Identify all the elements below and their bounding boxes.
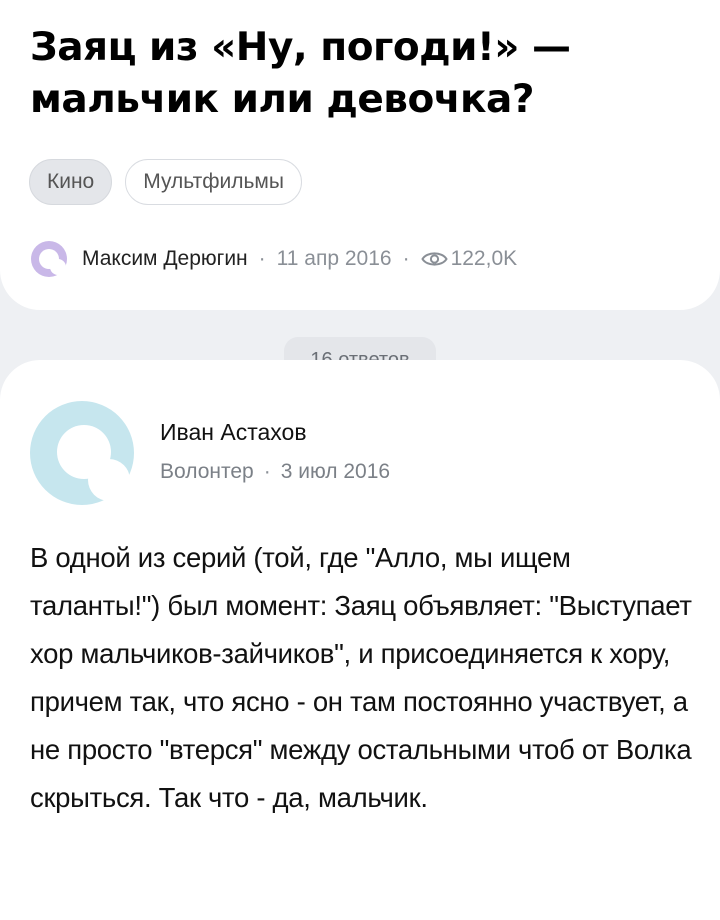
question-title: Заяц из «Ну, погоди!» — мальчик или дево…: [30, 25, 571, 122]
answer-text: В одной из серий (той, где "Алло, мы ище…: [30, 542, 692, 813]
tag-list: Кино Мультфильмы: [29, 159, 302, 205]
author-avatar[interactable]: [29, 239, 69, 279]
tag-multfilmy[interactable]: Мультфильмы: [125, 159, 302, 205]
question-date: 11 апр 2016: [276, 247, 392, 270]
question-meta: Максим Дерюгин · 11 апр 2016 · 122,0K: [29, 239, 517, 279]
answer-author-avatar[interactable]: [29, 400, 135, 506]
answer-author-meta: Волонтер · 3 июл 2016: [160, 460, 390, 484]
meta-separator: ·: [263, 460, 271, 483]
question-card: Заяц из «Ну, погоди!» — мальчик или дево…: [0, 0, 720, 310]
tag-kino[interactable]: Кино: [29, 159, 113, 205]
answer-author-role: Волонтер: [160, 460, 254, 483]
meta-separator: ·: [402, 247, 410, 270]
answer-author-name[interactable]: Иван Астахов: [160, 419, 307, 446]
view-count: 122,0K: [450, 247, 518, 270]
answer-card: Иван Астахов Волонтер · 3 июл 2016 В одн…: [0, 360, 720, 920]
author-name[interactable]: Максим Дерюгин: [82, 247, 248, 271]
answer-date: 3 июл 2016: [280, 460, 391, 483]
eye-icon: [420, 252, 448, 266]
meta-separator: ·: [258, 247, 266, 270]
